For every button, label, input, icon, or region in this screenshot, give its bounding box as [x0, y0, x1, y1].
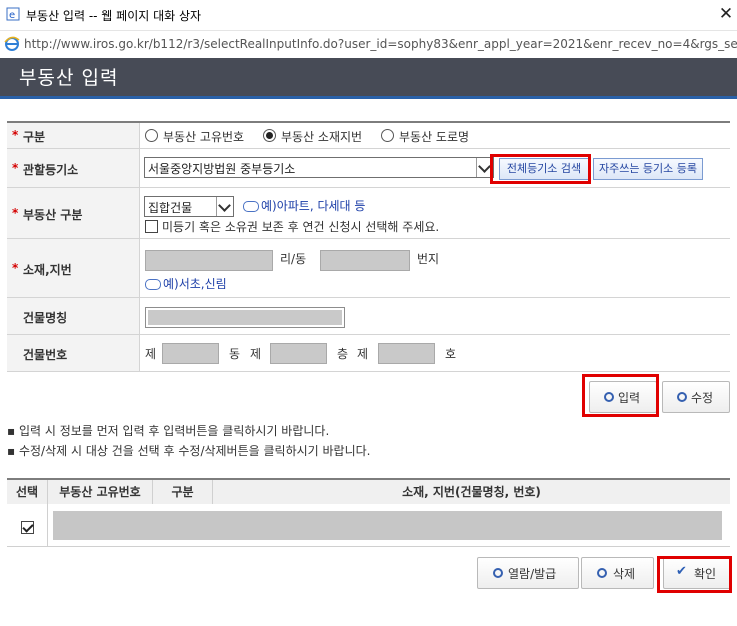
- form-row-location: * 소재,지번 리/동 번지 예)서초,신림: [7, 239, 730, 298]
- form-row-category: * 구분 부동산 고유번호 부동산 소재지번 부동산 도로명: [7, 123, 730, 149]
- required-mark: *: [12, 261, 19, 275]
- beonji-input[interactable]: [320, 250, 410, 271]
- radio-unique-number[interactable]: [145, 129, 158, 142]
- registry-label-cell: * 관할등기소: [7, 149, 140, 187]
- radio-location-jibun-label: 부동산 소재지번: [281, 130, 363, 144]
- building-name-input-fill: [148, 310, 342, 325]
- chevron-down-icon: [216, 197, 233, 216]
- close-icon[interactable]: ✕: [716, 4, 736, 24]
- highlight-confirm-button: [657, 556, 732, 593]
- je-label-2: 제: [250, 347, 262, 361]
- registry-select[interactable]: 서울중앙지방법원 중부등기소: [144, 157, 494, 178]
- window-title: 부동산 입력 -- 웹 페이지 대화 상자: [26, 9, 202, 23]
- radio-road-name-label: 부동산 도로명: [399, 130, 470, 144]
- radio-unique-number-label: 부동산 고유번호: [163, 130, 245, 144]
- select-cell: [7, 504, 48, 546]
- row-select-checkbox[interactable]: [21, 521, 34, 534]
- registry-label: 관할등기소: [23, 163, 79, 177]
- form-row-building-name: 건물명칭: [7, 298, 730, 335]
- form-row-registry: * 관할등기소 서울중앙지방법원 중부등기소 전체등기소 검색 자주쓰는 등기소…: [7, 149, 730, 188]
- ie-page-icon: e: [6, 7, 20, 21]
- building-number-label-cell: 건물번호: [7, 335, 140, 371]
- view-issue-button[interactable]: 열람/발급: [477, 557, 579, 589]
- property-type-label: 부동산 구분: [23, 208, 83, 222]
- edit-button[interactable]: 수정: [662, 381, 730, 413]
- unregistered-checkbox[interactable]: [145, 220, 158, 233]
- ri-dong-input[interactable]: [145, 250, 273, 271]
- row-redacted-content: [53, 511, 722, 540]
- property-type-value: 집합건물: [148, 201, 193, 215]
- highlight-search-button: [490, 154, 591, 184]
- cheung-label: 층: [337, 347, 349, 361]
- location-label-cell: * 소재,지번: [7, 239, 140, 297]
- url-text: http://www.iros.go.kr/b112/r3/selectReal…: [24, 37, 737, 51]
- ho-label: 호: [445, 347, 457, 361]
- hint-arrow-icon: [243, 201, 259, 212]
- required-mark: *: [12, 128, 19, 142]
- form-row-building-number: 건물번호 제 동 제 층 제 호: [7, 335, 730, 372]
- category-label: 구분: [23, 130, 46, 144]
- building-name-label: 건물명칭: [23, 311, 68, 325]
- category-label-cell: * 구분: [7, 123, 140, 148]
- je-label-1: 제: [145, 347, 157, 361]
- form-row-property-type: * 부동산 구분 집합건물 예)아파트, 다세대 등 미등기 혹은 소유권 보존…: [7, 188, 730, 239]
- edit-button-label: 수정: [691, 391, 714, 405]
- svg-text:e: e: [9, 10, 15, 21]
- col-location: 소재, 지번(건물명칭, 번호): [402, 485, 541, 499]
- beonji-label: 번지: [417, 252, 440, 266]
- location-label: 소재,지번: [23, 263, 72, 277]
- building-name-input[interactable]: [145, 307, 345, 328]
- circle-bullet-icon: [677, 392, 687, 402]
- header-accent-line: [0, 96, 737, 99]
- dong-input[interactable]: [162, 343, 219, 364]
- col-select: 선택: [7, 480, 48, 505]
- hint-arrow-icon: [145, 279, 161, 290]
- building-number-label: 건물번호: [23, 348, 68, 362]
- delete-button-label: 삭제: [613, 567, 636, 581]
- view-issue-button-label: 열람/발급: [508, 567, 557, 581]
- table-row[interactable]: [7, 504, 730, 547]
- property-type-hint: 예)아파트, 다세대 등: [261, 199, 366, 213]
- ri-dong-label: 리/동: [280, 252, 307, 266]
- col-unique-number: 부동산 고유번호: [48, 480, 153, 505]
- circle-bullet-icon: [597, 568, 607, 578]
- dong-label: 동: [229, 347, 241, 361]
- circle-bullet-icon: [493, 568, 503, 578]
- note-edit-instruction: ▪ 수정/삭제 시 대상 건을 선택 후 수정/삭제버튼을 클릭하시기 바랍니다…: [7, 444, 371, 458]
- registry-select-value: 서울중앙지방법원 중부등기소: [148, 162, 296, 176]
- required-mark: *: [12, 206, 19, 220]
- highlight-input-button: [582, 374, 659, 417]
- property-type-select[interactable]: 집합건물: [144, 196, 234, 217]
- radio-road-name[interactable]: [381, 129, 394, 142]
- building-name-label-cell: 건물명칭: [7, 298, 140, 334]
- col-category: 구분: [153, 480, 213, 505]
- window-titlebar: e 부동산 입력 -- 웹 페이지 대화 상자 ✕: [0, 0, 737, 30]
- page-title: 부동산 입력: [19, 67, 119, 89]
- unregistered-checkbox-label: 미등기 혹은 소유권 보존 후 연건 신청시 선택해 주세요.: [162, 220, 440, 234]
- grid-header: 선택 부동산 고유번호 구분 소재, 지번(건물명칭, 번호): [7, 478, 730, 506]
- note-input-instruction: ▪ 입력 시 정보를 먼저 입력 후 입력버튼을 클릭하시기 바랍니다.: [7, 424, 330, 438]
- cheung-input[interactable]: [270, 343, 327, 364]
- location-hint: 예)서초,신림: [163, 277, 227, 291]
- ho-input[interactable]: [378, 343, 435, 364]
- property-type-label-cell: * 부동산 구분: [7, 188, 140, 238]
- page-header: 부동산 입력: [0, 58, 737, 96]
- radio-location-jibun[interactable]: [263, 129, 276, 142]
- address-bar: http://www.iros.go.kr/b112/r3/selectReal…: [0, 30, 737, 60]
- internet-explorer-icon: [4, 36, 20, 51]
- register-favorite-registry-button[interactable]: 자주쓰는 등기소 등록: [593, 158, 703, 180]
- je-label-3: 제: [357, 347, 369, 361]
- delete-button[interactable]: 삭제: [581, 557, 654, 589]
- required-mark: *: [12, 161, 19, 175]
